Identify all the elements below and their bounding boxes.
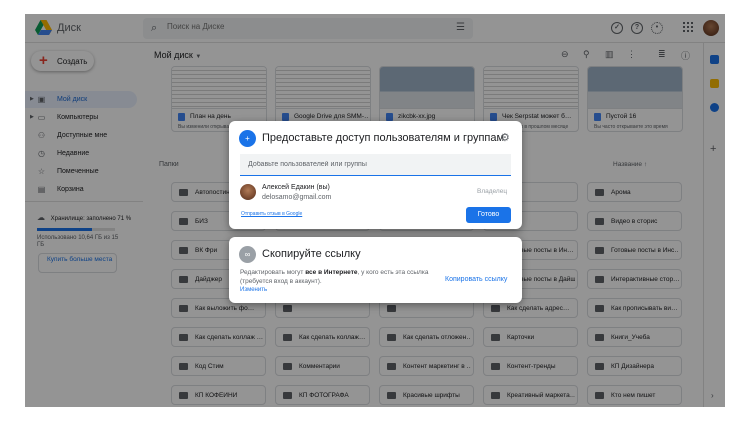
copy-link-button[interactable]: Копировать ссылку — [445, 276, 507, 283]
person-add-icon: + — [239, 130, 256, 147]
add-people-input[interactable] — [240, 154, 511, 176]
user-role: Владелец — [477, 188, 508, 195]
user-email: delosamo@gmail.com — [262, 194, 332, 201]
link-access-description: Редактировать могут все в Интернете, у к… — [240, 269, 429, 285]
user-name: Алексей Едакин (вы) — [262, 184, 330, 191]
link-icon: ∞ — [239, 246, 256, 263]
copy-link-title: Скопируйте ссылку — [262, 248, 361, 260]
share-dialog-title: Предоставьте доступ пользователям и груп… — [262, 132, 505, 144]
copy-link-dialog: ∞ Скопируйте ссылку Редактировать могут … — [229, 237, 522, 303]
done-button[interactable]: Готово — [466, 207, 511, 223]
send-feedback-link[interactable]: Отправить отзыв в Google — [241, 211, 302, 217]
share-settings-gear-icon[interactable]: ⚙ — [500, 131, 510, 144]
drive-window: Диск ⌕ ☰ ✓ ? • + Создать ▶ ▣ Мой диск ▶ … — [25, 14, 725, 407]
share-dialog: + Предоставьте доступ пользователям и гр… — [229, 121, 522, 229]
user-avatar — [240, 184, 256, 200]
change-access-link[interactable]: Изменить — [240, 287, 267, 293]
